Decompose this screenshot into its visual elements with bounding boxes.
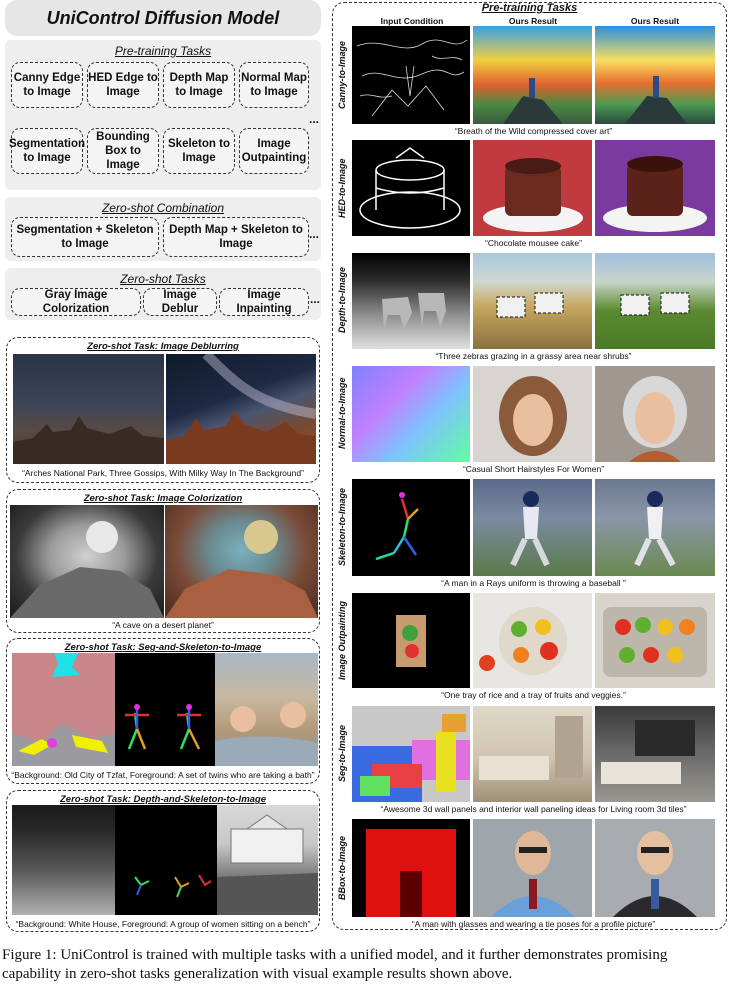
task-canny: Canny Edge to Image	[11, 62, 83, 108]
task-segmentation: Segmentation to Image	[9, 128, 85, 174]
task-hed: HED Edge to Image	[87, 62, 159, 108]
task-outpainting: Image Outpainting	[239, 128, 309, 174]
task-deblur: Image Deblur	[143, 288, 217, 316]
figure-caption: Figure 1: UniControl is trained with mul…	[2, 947, 668, 982]
caption-seg: “Awesome 3d wall panels and interior wal…	[380, 804, 687, 814]
row-label-skeleton: Skeleton-to-Image	[337, 488, 347, 567]
pretraining-ellipsis: ...	[309, 112, 320, 126]
zeroshot-title: Zero-shot Tasks	[120, 272, 206, 286]
pretraining-group: Pre-training Tasks Canny Edge to Image H…	[5, 40, 321, 190]
colorization-panel-title: Zero-shot Task: Image Colorization	[83, 493, 243, 504]
combination-title: Zero-shot Combination	[101, 201, 225, 215]
caption-normal: “Casual Short Hairstyles For Women”	[462, 464, 605, 474]
seg-input-image	[352, 706, 470, 802]
depth-skeleton-result-image	[217, 805, 318, 915]
skeleton-input-image	[352, 479, 470, 576]
bbox-input-image	[352, 819, 470, 917]
colorization-input-image	[10, 505, 164, 618]
caption-skeleton: “A man in a Rays uniform is throwing a b…	[441, 578, 626, 588]
outpainting-result-2-image	[595, 593, 715, 688]
task-colorization: Gray Image Colorization	[11, 288, 141, 316]
normal-result-1-image	[473, 366, 592, 462]
col-head-result-2: Ours Result	[630, 16, 680, 26]
row-label-normal: Normal-to-Image	[337, 377, 347, 449]
skeleton-condition-image	[115, 653, 215, 766]
normal-result-2-image	[595, 366, 715, 462]
caption-outpainting: “One tray of rice and a tray of fruits a…	[441, 690, 626, 700]
seg-condition-image	[12, 653, 115, 766]
deblur-panel: Zero-shot Task: Image Deblurring “Arches…	[6, 337, 320, 483]
colorization-panel: Zero-shot Task: Image Colorization “A ca…	[6, 489, 320, 633]
seg-result-2-image	[595, 706, 715, 802]
right-title: Pre-training Tasks	[481, 2, 578, 14]
col-head-input: Input Condition	[380, 16, 444, 26]
canny-input-image	[352, 26, 470, 124]
depth-result-1-image	[473, 253, 592, 349]
task-bbox: Bounding Box to Image	[87, 128, 159, 174]
row-label-hed: HED-to-Image	[337, 158, 347, 218]
canny-result-1-image	[473, 26, 592, 124]
pretraining-title: Pre-training Tasks	[114, 44, 212, 58]
seg-skeleton-result-image	[215, 653, 318, 766]
canny-result-2-image	[595, 26, 715, 124]
hed-input-image	[352, 140, 470, 236]
caption-hed: “Chocolate mousee cake”	[485, 238, 582, 248]
caption-bbox: “A man with glasses and wearing a tie po…	[411, 919, 656, 929]
row-label-bbox: BBox-to-Image	[337, 836, 347, 901]
row-label-canny: Canny-to-Image	[337, 41, 347, 110]
depth-result-2-image	[595, 253, 715, 349]
col-head-result-1: Ours Result	[508, 16, 558, 26]
depth-skeleton-panel-title: Zero-shot Task: Depth-and-Skeleton-to-Im…	[59, 794, 267, 805]
outpainting-result-1-image	[473, 593, 592, 688]
model-title: UniControl Diffusion Model	[5, 0, 321, 36]
seg-skeleton-panel: Zero-shot Task: Seg-and-Skeleton-to-Imag…	[6, 638, 320, 784]
deblur-input-image	[13, 354, 164, 464]
combination-group: Zero-shot Combination Segmentation + Ske…	[5, 197, 321, 261]
outpainting-input-image	[352, 593, 470, 688]
deblur-result-image	[166, 354, 316, 464]
caption-canny: “Breath of the Wild compressed cover art…	[454, 126, 613, 136]
seg-result-1-image	[473, 706, 592, 802]
seg-skeleton-panel-title: Zero-shot Task: Seg-and-Skeleton-to-Imag…	[64, 642, 262, 653]
skeleton-result-2-image	[595, 479, 715, 576]
hed-result-2-image	[595, 140, 715, 236]
bbox-result-2-image	[595, 819, 715, 917]
caption-depth: “Three zebras grazing in a grassy area n…	[435, 351, 632, 361]
task-depth-skeleton: Depth Map + Skeleton to Image	[163, 217, 309, 257]
row-label-seg: Seg-to-Image	[337, 724, 347, 782]
row-label-outpainting: Image Outpainting	[337, 600, 347, 680]
skeleton2-condition-image	[115, 805, 217, 915]
row-label-depth: Depth-to-Image	[337, 267, 347, 333]
depth-skeleton-panel: Zero-shot Task: Depth-and-Skeleton-to-Im…	[6, 790, 320, 932]
combination-ellipsis: ...	[309, 227, 320, 241]
task-inpainting: Image Inpainting	[219, 288, 309, 316]
depth-input-image	[352, 253, 470, 349]
normal-input-image	[352, 366, 470, 462]
hed-result-1-image	[473, 140, 592, 236]
task-skeleton: Skeleton to Image	[163, 128, 235, 174]
zeroshot-group: Zero-shot Tasks Gray Image Colorization …	[5, 268, 321, 320]
bbox-result-1-image	[473, 819, 592, 917]
deblur-caption: “Arches National Park, Three Gossips, Wi…	[22, 468, 304, 478]
seg-skeleton-caption: “Background: Old City of Tzfat, Foregrou…	[11, 770, 315, 780]
zeroshot-ellipsis: ...	[310, 292, 321, 306]
colorization-caption: “A cave on a desert planet”	[112, 620, 214, 630]
skeleton-result-1-image	[473, 479, 592, 576]
task-seg-skeleton: Segmentation + Skeleton to Image	[11, 217, 159, 257]
depth-condition-image	[12, 805, 115, 915]
task-normal: Normal Map to Image	[239, 62, 309, 108]
task-depth: Depth Map to Image	[163, 62, 235, 108]
colorization-result-image	[165, 505, 318, 618]
deblur-panel-title: Zero-shot Task: Image Deblurring	[87, 341, 239, 352]
depth-skeleton-caption: “Background: White House, Foreground: A …	[15, 919, 311, 929]
